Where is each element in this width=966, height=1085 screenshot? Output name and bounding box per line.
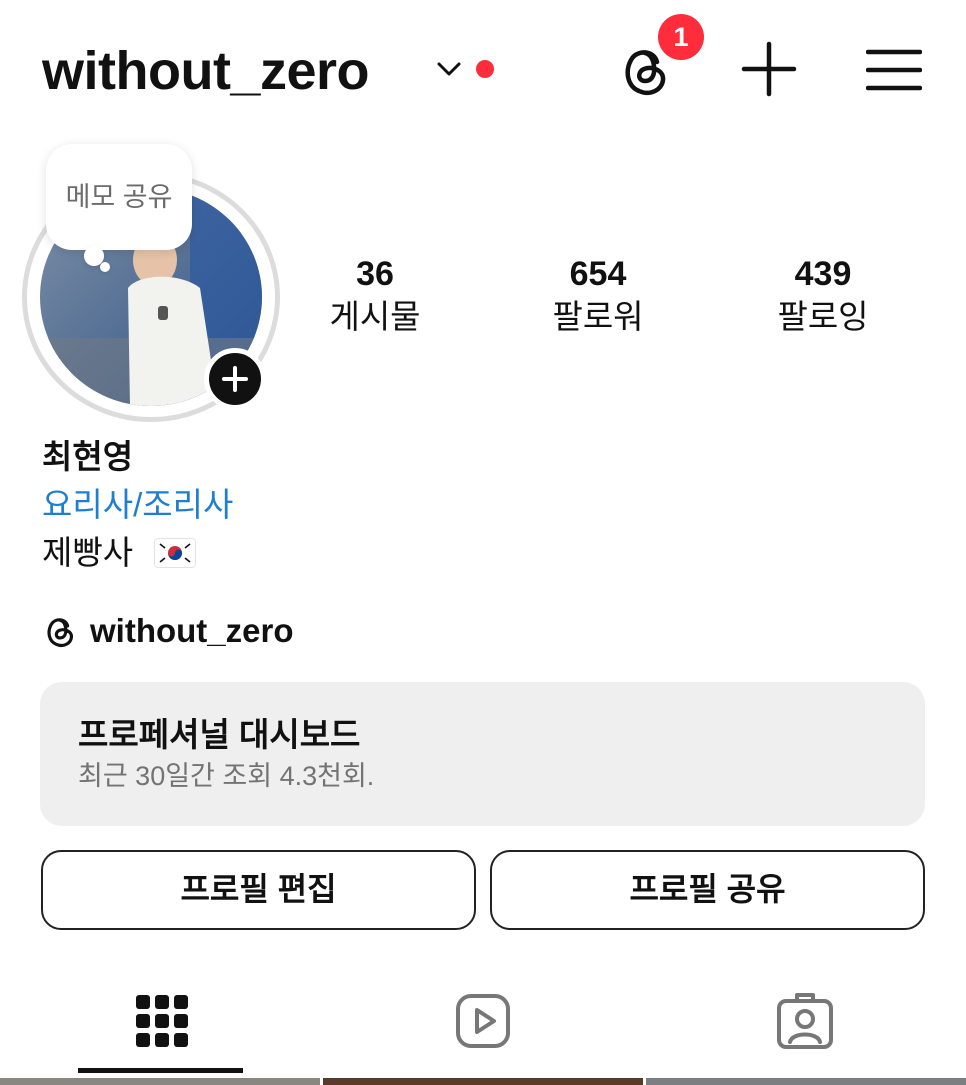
plus-icon[interactable] bbox=[740, 40, 798, 98]
profile-category[interactable]: 요리사/조리사 bbox=[42, 482, 233, 528]
profile-bio-text: 제빵사 bbox=[42, 534, 134, 571]
stat-posts-count: 36 bbox=[356, 255, 394, 293]
post-thumbnail[interactable] bbox=[323, 1078, 643, 1085]
stat-posts-label: 게시물 bbox=[329, 298, 421, 335]
reels-icon[interactable] bbox=[455, 993, 511, 1049]
add-icon bbox=[222, 366, 248, 392]
post-thumbnail[interactable] bbox=[0, 1078, 320, 1085]
active-tab-indicator bbox=[78, 1068, 243, 1073]
stat-following-count: 439 bbox=[794, 255, 852, 293]
threads-notification-badge: 1 bbox=[658, 14, 704, 60]
chevron-down-icon[interactable] bbox=[436, 58, 462, 80]
stat-followers-count: 654 bbox=[569, 255, 627, 293]
threads-small-icon bbox=[47, 618, 73, 648]
stat-following[interactable]: 439 팔로잉 bbox=[728, 254, 918, 340]
stat-followers-label: 팔로워 bbox=[552, 298, 644, 335]
menu-icon[interactable] bbox=[866, 46, 922, 94]
dashboard-subtitle: 최근 30일간 조회 4.3천회. bbox=[78, 761, 375, 791]
korea-flag-icon bbox=[154, 538, 197, 568]
tagged-icon[interactable] bbox=[776, 992, 834, 1050]
dashboard-title: 프로페셔널 대시보드 bbox=[78, 716, 361, 753]
threads-handle: without_zero bbox=[90, 612, 294, 649]
add-story-button[interactable] bbox=[204, 348, 266, 410]
stat-followers[interactable]: 654 팔로워 bbox=[503, 254, 693, 340]
grid-icon[interactable] bbox=[136, 995, 188, 1047]
stat-following-label: 팔로잉 bbox=[777, 298, 869, 335]
notification-dot bbox=[476, 60, 494, 78]
share-profile-button[interactable]: 프로필 공유 bbox=[490, 850, 925, 930]
memo-label: 메모 공유 bbox=[65, 182, 173, 212]
profile-bio: 제빵사 bbox=[42, 530, 197, 576]
edit-profile-button[interactable]: 프로필 편집 bbox=[41, 850, 476, 930]
post-thumbnail[interactable] bbox=[646, 1078, 966, 1085]
memo-tail-small bbox=[100, 262, 110, 272]
stat-posts[interactable]: 36 게시물 bbox=[280, 254, 470, 340]
profile-username[interactable]: without_zero bbox=[42, 36, 370, 106]
profile-name: 최현영 bbox=[42, 438, 134, 475]
